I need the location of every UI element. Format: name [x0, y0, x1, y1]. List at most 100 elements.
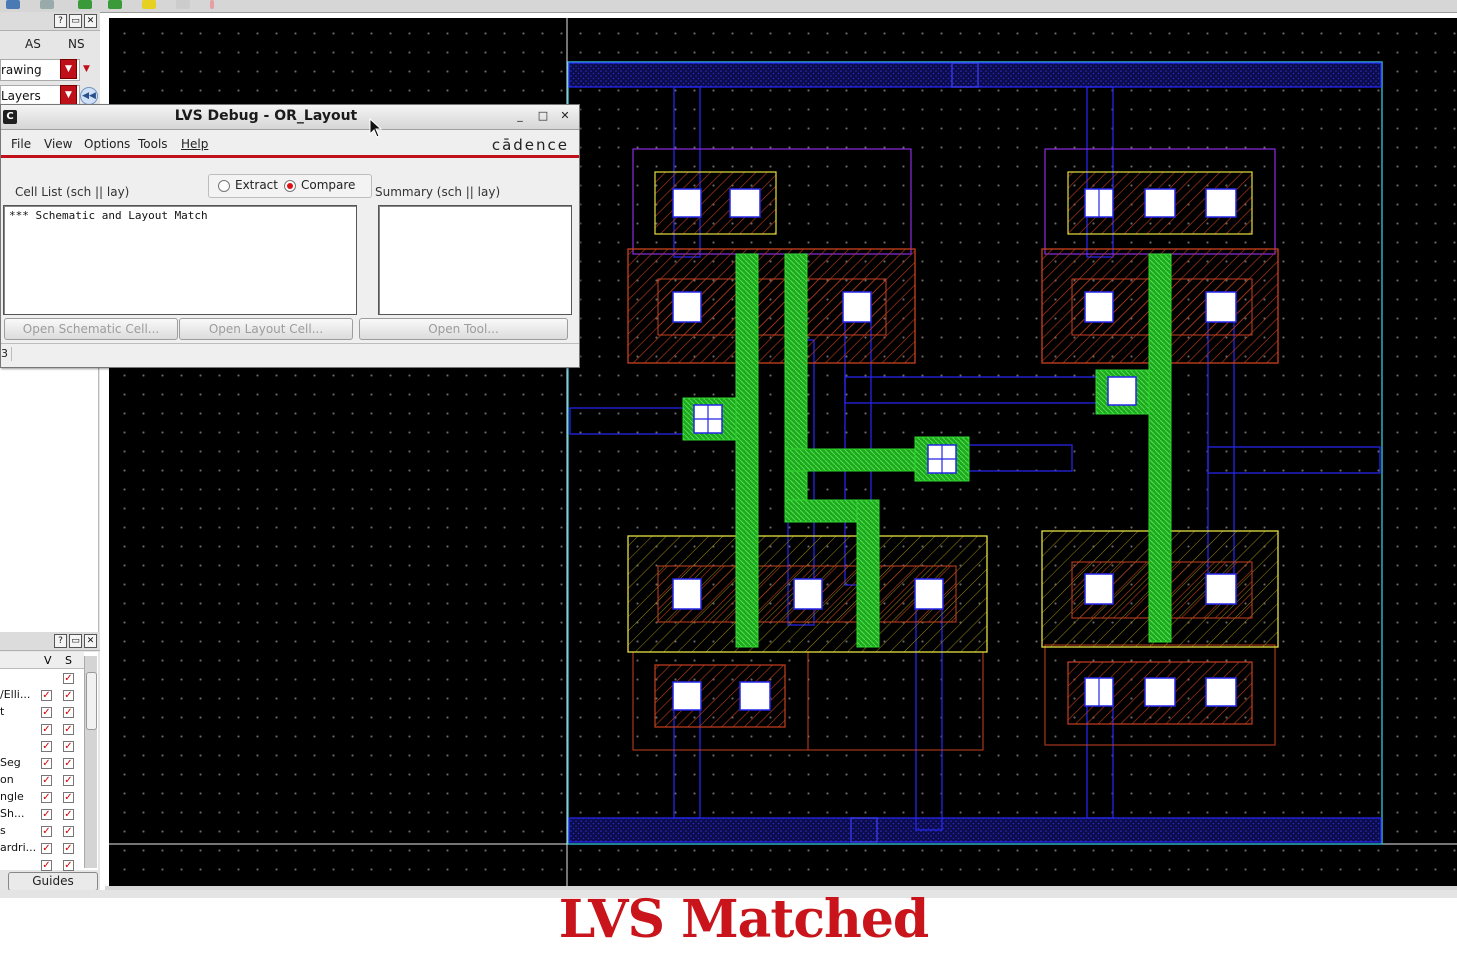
selectable-checkbox[interactable]: ✓ [63, 758, 74, 769]
menu-help[interactable]: Help [181, 137, 208, 151]
column-ns: NS [68, 37, 85, 51]
object-row-label: Sh... [0, 807, 25, 820]
dropdown-arrow-icon[interactable]: ▼ [83, 64, 90, 74]
dialog-title: LVS Debug - OR_Layout [174, 108, 358, 124]
rewind-icon[interactable]: ◀◀ [80, 87, 98, 105]
status-number: 3 [1, 347, 12, 361]
poly-gate-b2 [856, 499, 880, 648]
tool-icon[interactable] [142, 0, 156, 9]
cell-list-label: Cell List (sch || lay) [15, 185, 130, 199]
selectable-checkbox[interactable]: ✓ [63, 792, 74, 803]
object-row: Seg ✓ ✓ [0, 755, 84, 772]
open-schematic-cell-button[interactable]: Open Schematic Cell... [4, 318, 178, 340]
scrollbar-thumb[interactable] [86, 672, 97, 730]
selectable-checkbox[interactable]: ✓ [63, 809, 74, 820]
close-icon[interactable]: ✕ [559, 110, 571, 122]
banner-text: LVS Matched [558, 889, 930, 950]
menu-file[interactable]: File [11, 137, 31, 151]
object-row-label: ardri... [0, 841, 36, 854]
poly-gate-inv [1148, 253, 1172, 643]
label-compare: Compare [301, 178, 356, 192]
visible-checkbox[interactable]: ✓ [41, 775, 52, 786]
help-icon[interactable]: ? [54, 634, 67, 648]
visible-checkbox[interactable]: ✓ [41, 707, 52, 718]
palette-area [0, 360, 99, 636]
object-list-header: V S [0, 652, 84, 669]
radio-extract[interactable] [218, 180, 230, 192]
menu-tools[interactable]: Tools [138, 137, 168, 151]
close-icon[interactable]: ✕ [84, 14, 97, 28]
dialog-titlebar[interactable]: C LVS Debug - OR_Layout _ □ ✕ [1, 105, 579, 130]
tool-icon[interactable] [210, 0, 214, 9]
chevron-down-icon[interactable]: ▼ [60, 59, 77, 79]
tool-icon[interactable] [176, 0, 190, 9]
object-row: on ✓ ✓ [0, 772, 84, 789]
poly-gate-a [735, 253, 759, 648]
dialog-menubar: File View Options Tools Help cādence [1, 131, 579, 158]
object-row-label: Seg [0, 756, 21, 769]
selectable-checkbox[interactable]: ✓ [63, 826, 74, 837]
selectable-checkbox[interactable]: ✓ [63, 690, 74, 701]
float-icon[interactable]: ▭ [69, 634, 82, 648]
radio-compare[interactable] [284, 180, 296, 192]
visible-checkbox[interactable]: ✓ [41, 724, 52, 735]
selectable-checkbox[interactable]: ✓ [63, 860, 74, 871]
tool-icon[interactable] [108, 0, 122, 9]
mouse-cursor-icon [369, 118, 383, 138]
float-icon[interactable]: ▭ [69, 14, 82, 28]
open-tool-button[interactable]: Open Tool... [359, 318, 568, 340]
selectable-checkbox[interactable]: ✓ [63, 775, 74, 786]
minimize-icon[interactable]: _ [514, 110, 526, 122]
cell-list-entry[interactable]: *** Schematic and Layout Match [9, 209, 208, 222]
selectable-checkbox[interactable]: ✓ [63, 724, 74, 735]
nand-out-metal [844, 376, 1126, 404]
object-row: ngle ✓ ✓ [0, 789, 84, 806]
visible-checkbox[interactable]: ✓ [41, 792, 52, 803]
visible-checkbox[interactable]: ✓ [41, 758, 52, 769]
visible-checkbox[interactable]: ✓ [41, 690, 52, 701]
summary-box[interactable] [378, 205, 572, 315]
mode-selector: Extract Compare [208, 174, 372, 198]
guides-button[interactable]: Guides [8, 872, 98, 891]
object-row: s ✓ ✓ [0, 823, 84, 840]
visible-checkbox[interactable]: ✓ [41, 809, 52, 820]
object-row: t ✓ ✓ [0, 704, 84, 721]
close-icon[interactable]: ✕ [84, 634, 97, 648]
object-row: Sh... ✓ ✓ [0, 806, 84, 823]
object-row-label: s [0, 824, 6, 837]
selectable-checkbox[interactable]: ✓ [63, 741, 74, 752]
object-row: ✓ [0, 670, 84, 687]
open-layout-cell-button[interactable]: Open Layout Cell... [179, 318, 353, 340]
object-row: ✓ ✓ [0, 738, 84, 755]
visible-checkbox[interactable]: ✓ [41, 860, 52, 871]
maximize-icon[interactable]: □ [537, 110, 549, 122]
object-panel-header: ? ▭ ✕ [0, 632, 100, 651]
result-banner: LVS Matched [0, 890, 1457, 957]
visible-checkbox[interactable]: ✓ [41, 826, 52, 837]
object-row-label: ngle [0, 790, 24, 803]
tool-icon[interactable] [78, 0, 92, 9]
column-s: S [65, 654, 72, 667]
visible-checkbox[interactable]: ✓ [41, 843, 52, 854]
top-toolbar [0, 0, 1457, 13]
menu-view[interactable]: View [44, 137, 72, 151]
column-v: V [44, 654, 52, 667]
tool-icon[interactable] [6, 0, 20, 9]
chevron-down-icon[interactable]: ▼ [60, 85, 77, 105]
lvs-debug-dialog: C LVS Debug - OR_Layout _ □ ✕ File View … [0, 104, 580, 368]
cell-list-box[interactable]: *** Schematic and Layout Match [3, 205, 357, 315]
poly-gate-b [784, 253, 808, 515]
object-row: ✓ ✓ [0, 721, 84, 738]
selectable-checkbox[interactable]: ✓ [63, 673, 74, 684]
menu-options[interactable]: Options [84, 137, 130, 151]
label-extract: Extract [235, 178, 278, 192]
help-icon[interactable]: ? [54, 14, 67, 28]
poly-b-bridge [784, 448, 936, 472]
layer-palette-header: ? ▭ ✕ [0, 12, 100, 31]
substrate-outline [807, 651, 984, 751]
tool-icon[interactable] [40, 0, 54, 9]
selectable-checkbox[interactable]: ✓ [63, 843, 74, 854]
vdd-rail [568, 62, 1382, 88]
visible-checkbox[interactable]: ✓ [41, 741, 52, 752]
selectable-checkbox[interactable]: ✓ [63, 707, 74, 718]
